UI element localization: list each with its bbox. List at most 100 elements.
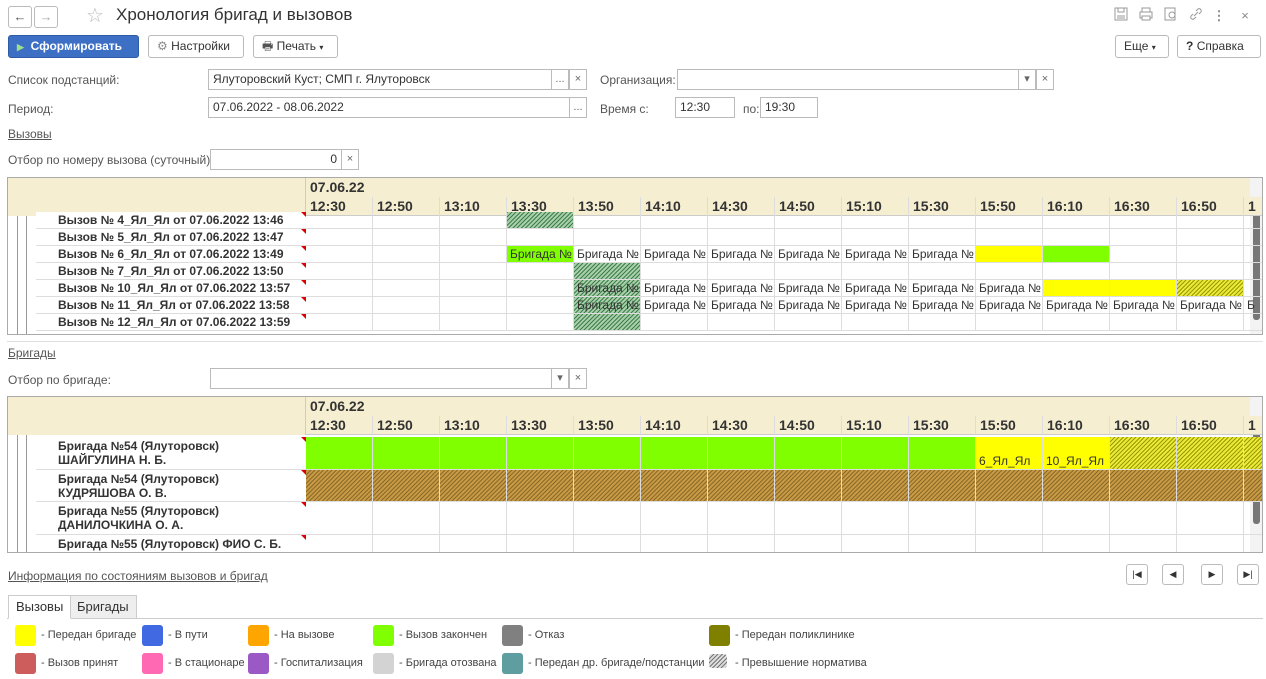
timeline-cell[interactable] <box>976 314 1043 331</box>
timeline-cell[interactable] <box>1177 246 1244 263</box>
time-to-input[interactable]: 19:30 <box>760 97 818 118</box>
link-icon[interactable] <box>1187 7 1205 25</box>
timeline-cell[interactable]: Бригада № <box>641 246 708 263</box>
timeline-cell[interactable] <box>440 470 507 502</box>
settings-button[interactable]: ⚙ Настройки <box>148 35 244 58</box>
save-icon[interactable] <box>1112 7 1130 25</box>
timeline-cell[interactable] <box>909 212 976 229</box>
first-page-icon[interactable]: |◀ <box>1126 564 1148 585</box>
timeline-cell[interactable] <box>306 297 373 314</box>
timeline-cell[interactable] <box>1043 229 1110 246</box>
timeline-cell[interactable] <box>306 280 373 297</box>
organization-input[interactable] <box>677 69 1019 90</box>
timeline-cell[interactable]: Бригада № <box>507 246 574 263</box>
help-button[interactable]: ? Справка <box>1177 35 1261 58</box>
timeline-cell[interactable] <box>1110 314 1177 331</box>
timeline-cell[interactable] <box>775 535 842 552</box>
timeline-cell[interactable]: Бригада № <box>708 280 775 297</box>
print-window-icon[interactable] <box>1137 7 1155 25</box>
timeline-cell[interactable] <box>641 535 708 552</box>
timeline-cell[interactable] <box>1177 470 1244 502</box>
timeline-cell[interactable] <box>440 229 507 246</box>
timeline-cell[interactable]: Бригада № <box>574 246 641 263</box>
timeline-cell[interactable] <box>842 535 909 552</box>
timeline-cell[interactable] <box>708 229 775 246</box>
timeline-cell[interactable] <box>641 263 708 280</box>
timeline-cell[interactable] <box>1110 212 1177 229</box>
timeline-cell[interactable] <box>1177 280 1244 297</box>
timeline-cell[interactable]: Бригада № <box>1043 297 1110 314</box>
forward-button[interactable]: → <box>34 6 58 28</box>
timeline-cell[interactable]: Бригада № <box>775 280 842 297</box>
timeline-cell[interactable] <box>1110 263 1177 280</box>
timeline-cell[interactable] <box>842 437 909 470</box>
timeline-cell[interactable] <box>1043 212 1110 229</box>
timeline-cell[interactable] <box>373 246 440 263</box>
timeline-cell[interactable] <box>574 314 641 331</box>
timeline-cell[interactable] <box>440 246 507 263</box>
timeline-cell[interactable] <box>842 470 909 502</box>
timeline-cell[interactable] <box>507 229 574 246</box>
timeline-cell[interactable] <box>976 470 1043 502</box>
timeline-cell[interactable] <box>842 314 909 331</box>
timeline-cell[interactable] <box>574 263 641 280</box>
timeline-cell[interactable] <box>1110 502 1177 535</box>
timeline-cell[interactable] <box>708 535 775 552</box>
timeline-cell[interactable] <box>1244 246 1262 263</box>
timeline-cell[interactable] <box>1110 437 1177 470</box>
timeline-cell[interactable] <box>1177 437 1244 470</box>
timeline-cell[interactable] <box>708 437 775 470</box>
timeline-cell[interactable] <box>306 263 373 280</box>
timeline-cell[interactable] <box>373 297 440 314</box>
timeline-cell[interactable] <box>909 229 976 246</box>
brigade-row-label[interactable]: Бригада №54 (Ялуторовск) КУДРЯШОВА О. В. <box>36 470 306 502</box>
timeline-cell[interactable] <box>507 535 574 552</box>
timeline-cell[interactable]: Бригада № <box>976 297 1043 314</box>
timeline-cell[interactable]: Бригада № <box>1110 297 1177 314</box>
timeline-cell[interactable] <box>909 470 976 502</box>
next-page-icon[interactable]: ▶ <box>1201 564 1223 585</box>
call-row-label[interactable]: Вызов № 12_Ял_Ял от 07.06.2022 13:59 <box>36 314 306 331</box>
timeline-cell[interactable] <box>574 470 641 502</box>
timeline-cell[interactable]: Бригада № <box>708 297 775 314</box>
timeline-cell[interactable] <box>976 502 1043 535</box>
timeline-cell[interactable]: Бригада № <box>976 280 1043 297</box>
timeline-cell[interactable] <box>373 263 440 280</box>
select-button[interactable]: ... <box>551 69 569 90</box>
timeline-cell[interactable] <box>775 314 842 331</box>
timeline-cell[interactable] <box>1110 246 1177 263</box>
timeline-cell[interactable] <box>1244 535 1262 552</box>
timeline-cell[interactable]: Бригада № <box>842 246 909 263</box>
timeline-cell[interactable] <box>641 502 708 535</box>
timeline-cell[interactable] <box>909 314 976 331</box>
timeline-cell[interactable]: Б <box>1244 297 1262 314</box>
timeline-cell[interactable] <box>1244 280 1262 297</box>
print-button[interactable]: 🖶 Печать ▾ <box>253 35 338 58</box>
timeline-cell[interactable] <box>976 212 1043 229</box>
timeline-cell[interactable] <box>708 502 775 535</box>
clear-icon[interactable]: × <box>341 149 359 170</box>
timeline-cell[interactable]: Бригада № <box>842 280 909 297</box>
timeline-cell[interactable] <box>507 263 574 280</box>
timeline-cell[interactable] <box>976 535 1043 552</box>
timeline-cell[interactable] <box>708 470 775 502</box>
timeline-cell[interactable]: 6_Ял_Ял <box>976 437 1043 470</box>
timeline-cell[interactable] <box>507 314 574 331</box>
timeline-cell[interactable] <box>842 229 909 246</box>
timeline-cell[interactable] <box>909 263 976 280</box>
timeline-cell[interactable] <box>306 470 373 502</box>
timeline-cell[interactable]: Бригада № <box>909 297 976 314</box>
timeline-cell[interactable]: 10_Ял_Ял <box>1043 437 1110 470</box>
last-page-icon[interactable]: ▶| <box>1237 564 1259 585</box>
timeline-cell[interactable] <box>708 314 775 331</box>
call-row-label[interactable]: Вызов № 5_Ял_Ял от 07.06.2022 13:47 <box>36 229 306 246</box>
timeline-cell[interactable] <box>1043 246 1110 263</box>
timeline-cell[interactable] <box>440 280 507 297</box>
star-icon[interactable]: ☆ <box>86 3 104 28</box>
timeline-cell[interactable] <box>641 314 708 331</box>
period-input[interactable]: 07.06.2022 - 08.06.2022 <box>208 97 570 118</box>
timeline-cell[interactable] <box>1244 437 1262 470</box>
call-filter-input[interactable]: 0 <box>210 149 342 170</box>
timeline-cell[interactable]: Бригада № <box>909 246 976 263</box>
calls-grid[interactable]: 07.06.22 12:30 12:50 13:10 13:30 13:50 14:10 1… <box>7 177 1263 335</box>
